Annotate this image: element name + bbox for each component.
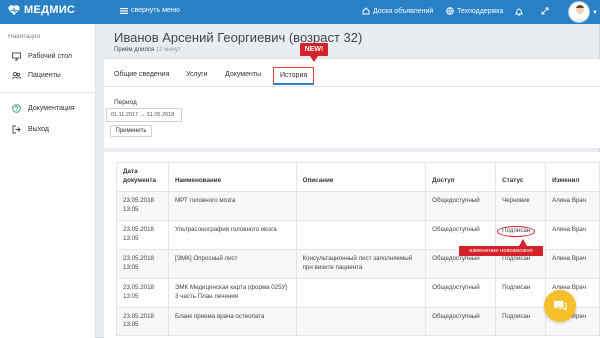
date-value: 23.05.2018: [123, 196, 154, 204]
visit-duration: Приём длился 12 минут: [114, 47, 181, 53]
cell-access: Общедоступный: [425, 219, 497, 250]
support-label: Техподдержка: [457, 7, 504, 15]
sidebar-item-logout[interactable]: Выход: [12, 125, 49, 134]
cell-name: МРТ головного мозга: [167, 190, 297, 221]
cell-access: Общедоступный: [425, 306, 497, 337]
apply-button[interactable]: Применить: [110, 125, 152, 137]
sidebar-item-patients[interactable]: Пациенты: [12, 71, 61, 80]
sidebar-item-docs[interactable]: Документация: [12, 104, 75, 113]
visit-duration-value: 12 минут: [155, 47, 181, 53]
chat-button[interactable]: [544, 290, 576, 322]
header-date[interactable]: Дата документа: [116, 162, 169, 192]
header-changed-by[interactable]: Изменил: [545, 162, 600, 192]
visit-prefix: Приём длился: [114, 47, 155, 53]
home-icon: [362, 7, 370, 15]
time-value: 13:05: [123, 263, 139, 271]
date-value: 23.05.2018: [123, 283, 154, 291]
menu-icon: [120, 7, 128, 14]
cell-changed-by: Алина Врач: [545, 219, 600, 250]
period-label: Период: [114, 99, 137, 106]
tab-bar: Общие сведения Услуги Документы История: [104, 59, 600, 87]
time-value: 13:05: [123, 234, 139, 242]
period-input[interactable]: 01.11.2017 → 31.05.2018: [106, 108, 182, 122]
cell-access: Общедоступный: [425, 190, 497, 221]
doctor-avatar-icon: [572, 5, 588, 22]
sidebar-item-desktop[interactable]: Рабочий стол: [12, 52, 72, 61]
sidebar-item-label: Рабочий стол: [28, 53, 72, 60]
monitor-icon: [12, 52, 21, 61]
heart-logo-icon: [8, 5, 20, 15]
users-icon: [12, 71, 21, 80]
table-header-row: Дата документа Наименование Описание Дос…: [116, 162, 600, 192]
cell-name: [ЭМК] Опросный лист: [167, 248, 297, 279]
collapse-menu-label: свернуть меню: [131, 7, 180, 14]
tab-history[interactable]: История: [273, 67, 315, 85]
tab-documents[interactable]: Документы: [225, 71, 261, 78]
tabs-card: Общие сведения Услуги Документы История: [104, 58, 600, 148]
support-link[interactable]: Техподдержка: [446, 7, 503, 15]
top-bar: МЕДМИС свернуть меню Доска объявлений Те…: [0, 0, 600, 24]
cell-description: [295, 306, 427, 337]
date-value: 23.05.2018: [123, 254, 154, 262]
tooltip-pointer: [519, 239, 527, 246]
header-name[interactable]: Наименование: [167, 162, 297, 192]
board-label: Доска объявлений: [373, 7, 434, 15]
time-value: 13:05: [123, 292, 139, 300]
table-row[interactable]: 23.05.2018 13:05 МРТ головного мозга Обще…: [116, 190, 600, 221]
cell-changed-by: Алина Врач: [545, 190, 600, 221]
header-status[interactable]: Статус: [495, 162, 547, 192]
cell-status: Черновик: [495, 190, 547, 221]
tooltip-edit-impossible: изменение невозможно: [459, 246, 543, 256]
header-description[interactable]: Описание: [295, 162, 427, 192]
date-value: 23.05.2018: [123, 312, 154, 320]
cell-description: [295, 219, 427, 250]
sidebar-divider: [0, 92, 96, 93]
cell-status: Подписан: [495, 277, 547, 308]
cell-date: 23.05.2018 13:05: [116, 219, 169, 250]
status-signed-highlight: Подписан: [497, 225, 536, 237]
logout-icon: [12, 125, 21, 134]
chevron-down-icon[interactable]: ▼: [592, 10, 598, 16]
collapse-menu-button[interactable]: свернуть меню: [120, 7, 180, 14]
new-badge: NEW!: [300, 43, 328, 56]
new-badge-pointer: [310, 56, 318, 62]
user-avatar[interactable]: [568, 1, 590, 23]
sidebar: Навигация Рабочий стол Пациенты Документ…: [0, 24, 96, 338]
cell-name: Ультрасонография головного мозга: [167, 219, 297, 250]
table-row[interactable]: 23.05.2018 13:05 Бланк приема врача остео…: [116, 306, 600, 337]
cell-name: Бланк приема врача остеопата: [167, 306, 297, 337]
date-value: 23.05.2018: [123, 225, 154, 233]
sidebar-item-label: Пациенты: [28, 72, 61, 79]
cell-description: Консультационный лист заполняемый при ви…: [295, 248, 427, 279]
time-value: 13:05: [123, 205, 139, 213]
board-link[interactable]: Доска объявлений: [362, 7, 433, 15]
tab-general[interactable]: Общие сведения: [114, 71, 169, 78]
time-value: 13:05: [123, 321, 139, 329]
cell-date: 23.05.2018 13:05: [116, 306, 169, 337]
bell-icon[interactable]: [515, 7, 523, 16]
globe-icon: [446, 7, 454, 15]
cell-date: 23.05.2018 13:05: [116, 190, 169, 221]
cell-date: 23.05.2018 13:05: [116, 277, 169, 308]
cell-access: Общедоступный: [425, 277, 497, 308]
cell-name: ЭМК Медицинская карта (форма 025У) 3 час…: [167, 277, 297, 308]
cell-date: 23.05.2018 13:05: [116, 248, 169, 279]
brand-logo[interactable]: МЕДМИС: [8, 4, 75, 16]
chat-bubble-icon: [554, 300, 567, 312]
sidebar-item-label: Документация: [28, 105, 75, 112]
table-row[interactable]: 23.05.2018 13:05 ЭМК Медицинская карта (ф…: [116, 277, 600, 308]
brand-name: МЕДМИС: [24, 4, 76, 16]
sidebar-item-label: Выход: [28, 126, 49, 133]
help-circle-icon: [12, 104, 21, 113]
cell-status: Подписан: [495, 306, 547, 337]
fullscreen-icon[interactable]: [541, 7, 549, 15]
cell-changed-by: Алина Врач: [545, 248, 600, 279]
cell-description: [295, 190, 427, 221]
header-access[interactable]: Доступ: [425, 162, 497, 192]
cell-description: [295, 277, 427, 308]
table-row[interactable]: 23.05.2018 13:05 Ультрасонография головно…: [116, 219, 600, 250]
tab-services[interactable]: Услуги: [186, 71, 208, 78]
sidebar-title: Навигация: [8, 33, 41, 40]
